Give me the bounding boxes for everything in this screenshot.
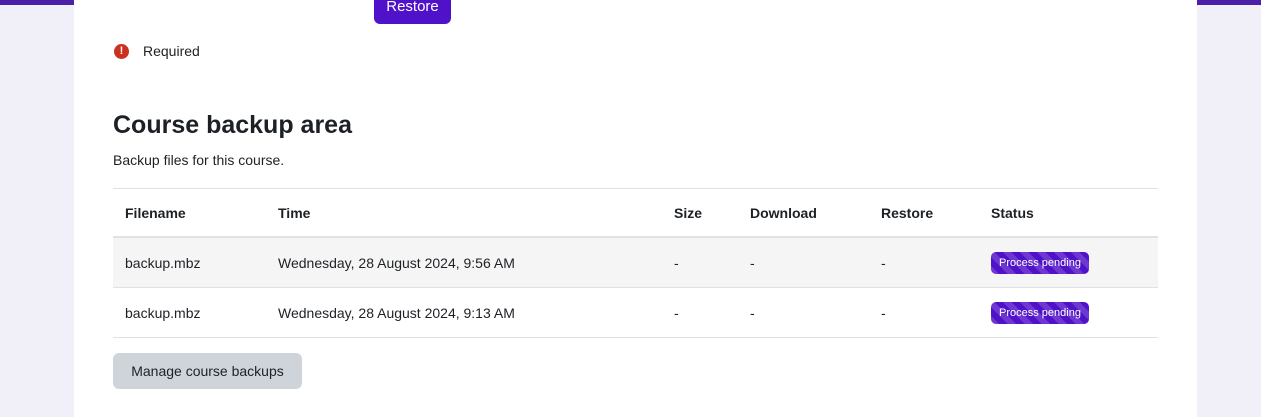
cell-download: - xyxy=(738,237,869,288)
cell-time: Wednesday, 28 August 2024, 9:13 AM xyxy=(266,287,662,338)
header-time: Time xyxy=(266,188,662,238)
header-filename: Filename xyxy=(113,188,266,238)
header-status: Status xyxy=(979,188,1158,238)
status-badge: Process pending xyxy=(991,301,1089,324)
restore-button[interactable]: Restore xyxy=(374,0,451,24)
required-label: Required xyxy=(143,43,200,59)
cell-restore: - xyxy=(869,287,979,338)
cell-restore: - xyxy=(869,237,979,288)
cell-status: Process pending xyxy=(979,287,1158,338)
cell-size: - xyxy=(662,287,738,338)
backup-table: Filename Time Size Download Restore Stat… xyxy=(113,188,1158,338)
cell-size: - xyxy=(662,237,738,288)
section-description: Backup files for this course. xyxy=(113,152,285,168)
cell-filename: backup.mbz xyxy=(113,287,266,338)
section-title: Course backup area xyxy=(113,111,352,139)
status-badge: Process pending xyxy=(991,251,1089,274)
header-size: Size xyxy=(662,188,738,238)
exclamation-circle-icon: ! xyxy=(114,43,129,59)
header-download: Download xyxy=(738,188,869,238)
cell-status: Process pending xyxy=(979,237,1158,288)
table-row: backup.mbz Wednesday, 28 August 2024, 9:… xyxy=(113,237,1158,288)
header-restore: Restore xyxy=(869,188,979,238)
cell-download: - xyxy=(738,287,869,338)
restore-underline xyxy=(451,3,471,5)
table-row: backup.mbz Wednesday, 28 August 2024, 9:… xyxy=(113,287,1158,338)
main-card: Restore ! Required Course backup area Ba… xyxy=(74,0,1197,417)
table-header-row: Filename Time Size Download Restore Stat… xyxy=(113,188,1158,238)
required-legend: ! Required xyxy=(114,41,200,61)
cell-time: Wednesday, 28 August 2024, 9:56 AM xyxy=(266,237,662,288)
manage-course-backups-button[interactable]: Manage course backups xyxy=(113,353,302,389)
restore-button-label: Restore xyxy=(386,0,439,15)
cell-filename: backup.mbz xyxy=(113,237,266,288)
